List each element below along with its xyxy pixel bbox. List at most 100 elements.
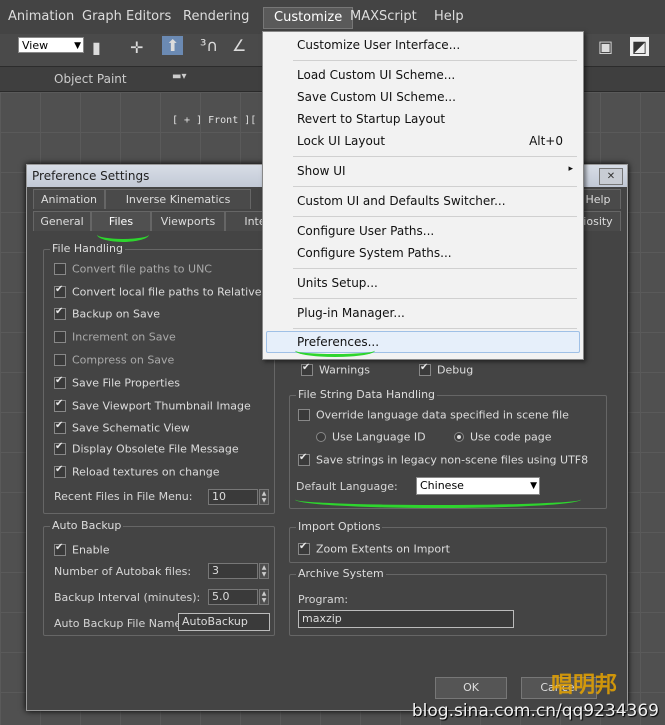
checkbox-row[interactable]: Backup on Save [54, 306, 160, 321]
backup-interval-label: Backup Interval (minutes): [54, 591, 201, 604]
checkbox-row[interactable]: Save File Properties [54, 375, 180, 390]
checkbox-label: Save File Properties [72, 376, 180, 390]
menu-item-revert-layout[interactable]: Revert to Startup Layout [297, 112, 445, 126]
radio-code-page[interactable]: Use code page [454, 430, 552, 444]
align-icon[interactable]: ⬆ [162, 36, 184, 55]
enable-checkbox-row[interactable]: Enable [54, 542, 110, 557]
checkbox-label: Enable [72, 543, 110, 557]
recent-files-spinner[interactable]: 10 [208, 489, 258, 505]
checkbox[interactable] [301, 362, 313, 376]
ok-button[interactable]: OK [435, 677, 507, 699]
menu-item-load-scheme[interactable]: Load Custom UI Scheme... [297, 68, 455, 82]
checkbox-label: Save Viewport Thumbnail Image [72, 399, 251, 413]
autobak-count-spinner[interactable]: 3 [208, 563, 258, 579]
menu-animation[interactable]: Animation [8, 9, 74, 24]
watermark-logo: 唱明邦 [550, 673, 617, 698]
menu-item-ui-switcher[interactable]: Custom UI and Defaults Switcher... [297, 194, 506, 208]
checkbox-label: Increment on Save [72, 330, 176, 344]
checkbox-row[interactable]: Reload textures on change [54, 464, 220, 479]
menu-separator [293, 298, 577, 299]
menu-help[interactable]: Help [434, 9, 464, 24]
radio-language-id[interactable]: Use Language ID [316, 430, 426, 444]
zoom-extents-checkbox-row[interactable]: Zoom Extents on Import [298, 541, 450, 556]
checkbox[interactable] [54, 398, 66, 412]
checkbox[interactable] [54, 441, 66, 455]
checkbox[interactable] [298, 409, 310, 421]
menu-separator [293, 328, 577, 329]
checkbox[interactable] [54, 354, 66, 366]
checkbox[interactable] [54, 542, 66, 556]
chevron-down-icon: ▼ [74, 41, 81, 51]
spinner-arrows-icon[interactable]: ▲ ▼ [259, 589, 269, 605]
checkbox[interactable] [54, 284, 66, 298]
backup-name-field[interactable]: AutoBackup [178, 613, 270, 631]
menu-customize[interactable]: Customize [263, 7, 354, 29]
checkbox-row[interactable]: Compress on Save [54, 353, 174, 367]
menu-item-units-setup[interactable]: Units Setup... [297, 276, 378, 290]
menu-item-save-scheme[interactable]: Save Custom UI Scheme... [297, 90, 456, 104]
menu-item-show-ui[interactable]: Show UI [297, 164, 346, 178]
backup-interval-spinner[interactable]: 5.0 [208, 589, 258, 605]
checkbox-row[interactable]: Save Viewport Thumbnail Image [54, 398, 251, 413]
radio-button[interactable] [454, 432, 464, 442]
checkbox-row[interactable]: Increment on Save [54, 330, 176, 344]
group-title: Archive System [296, 567, 386, 580]
tab-animation[interactable]: Animation [33, 189, 105, 209]
named-selection-icon[interactable]: ▮ [92, 38, 101, 57]
menu-bar: Animation Graph Editors Rendering Custom… [0, 0, 665, 35]
language-highlight [295, 491, 581, 508]
object-paint-label: Object Paint [54, 72, 127, 86]
backup-name-label: Auto Backup File Name: [54, 617, 185, 630]
menu-item-system-paths[interactable]: Configure System Paths... [297, 246, 452, 260]
checkbox-row[interactable]: Display Obsolete File Message [54, 441, 239, 456]
menu-item-customize-ui[interactable]: Customize User Interface... [297, 38, 460, 52]
radio-button[interactable] [316, 432, 326, 442]
checkbox[interactable] [54, 464, 66, 478]
reference-coordinate-combo[interactable]: View ▼ [18, 37, 84, 53]
render-setup-icon[interactable]: ▣ [598, 37, 613, 56]
checkbox-label: Warnings [319, 363, 370, 377]
move-pivot-icon[interactable]: ✛ [130, 38, 143, 57]
file-handling-group: File Handling Convert file paths to UNC … [43, 242, 275, 514]
menu-item-lock-layout[interactable]: Lock UI Layout [297, 134, 385, 148]
menu-rendering[interactable]: Rendering [183, 9, 249, 24]
tab-inverse-kinematics[interactable]: Inverse Kinematics [105, 189, 251, 209]
override-checkbox-row[interactable]: Override language data specified in scen… [298, 408, 569, 422]
checkbox[interactable] [298, 452, 310, 466]
viewport-label[interactable]: [ + ] Front ][ Wi [172, 115, 274, 126]
combo-value: View [22, 39, 49, 52]
menu-graph-editors[interactable]: Graph Editors [82, 9, 171, 24]
checkbox[interactable] [419, 362, 431, 376]
radio-label: Use code page [470, 430, 552, 444]
rendered-frame-icon[interactable]: ◩ [630, 37, 650, 56]
spinner-arrows-icon[interactable]: ▲ ▼ [259, 563, 269, 579]
angle-snap-icon[interactable]: ∠ [232, 36, 246, 55]
close-button[interactable]: ✕ [599, 168, 623, 185]
checkbox[interactable] [54, 306, 66, 320]
checkbox[interactable] [54, 375, 66, 389]
menu-separator [293, 60, 577, 61]
checkbox[interactable] [54, 263, 66, 275]
checkbox[interactable] [298, 541, 310, 555]
tab-viewports[interactable]: Viewports [151, 211, 225, 231]
menu-item-plugin-manager[interactable]: Plug-in Manager... [297, 306, 405, 320]
program-field[interactable]: maxzip [298, 610, 514, 628]
checkbox[interactable] [54, 420, 66, 434]
radio-label: Use Language ID [332, 430, 426, 444]
debug-checkbox-row[interactable]: Debug [419, 362, 473, 377]
menu-maxscript[interactable]: MAXScript [350, 9, 417, 24]
ribbon-toggle-icon[interactable]: ▬▾ [172, 71, 186, 82]
snap-3d-icon[interactable]: ³∩ [200, 36, 218, 55]
checkbox-row[interactable]: Convert file paths to UNC [54, 262, 212, 276]
tab-general[interactable]: General [33, 211, 91, 231]
spinner-arrows-icon[interactable]: ▲ ▼ [259, 489, 269, 505]
checkbox-row[interactable]: Convert local file paths to Relative [54, 284, 262, 299]
warnings-checkbox-row[interactable]: Warnings [301, 362, 370, 377]
menu-separator [293, 186, 577, 187]
utf8-checkbox-row[interactable]: Save strings in legacy non-scene files u… [298, 452, 588, 467]
archive-system-group: Archive System Program: maxzip [289, 567, 607, 636]
checkbox[interactable] [54, 331, 66, 343]
chevron-down-icon: ▼ [530, 481, 537, 491]
checkbox-row[interactable]: Save Schematic View [54, 420, 190, 435]
menu-item-user-paths[interactable]: Configure User Paths... [297, 224, 434, 238]
